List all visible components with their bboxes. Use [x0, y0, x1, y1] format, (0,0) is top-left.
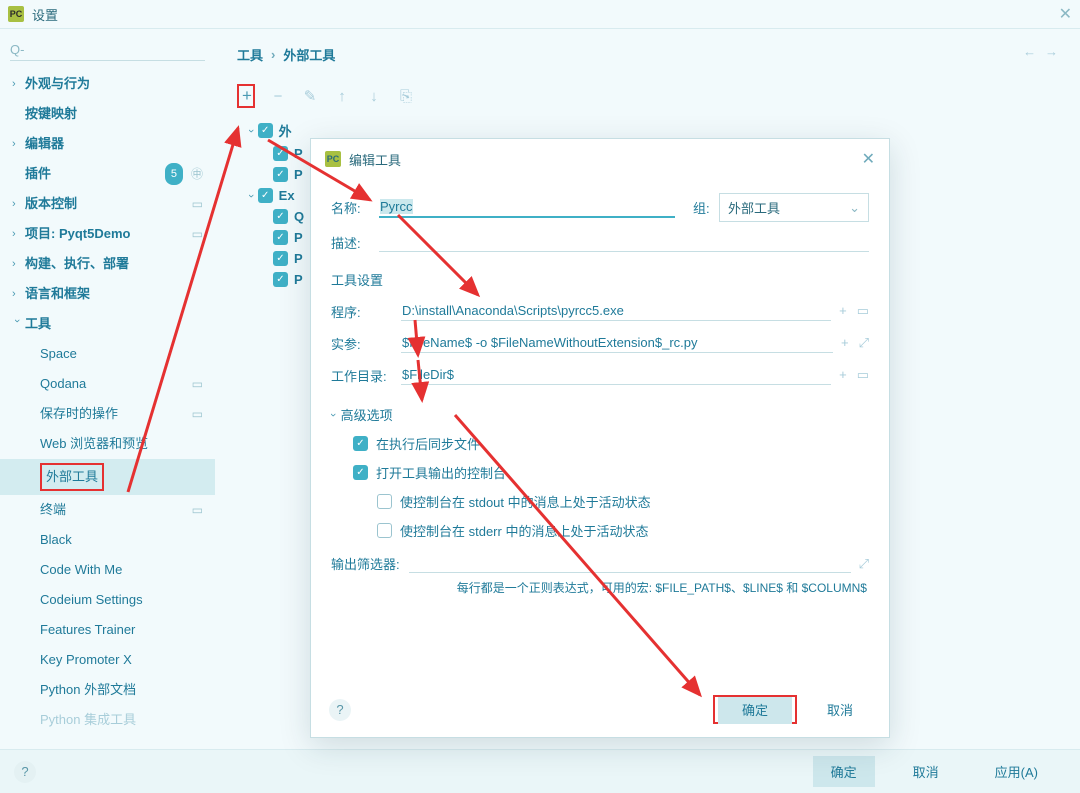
group-label: 组: — [693, 198, 719, 217]
filter-label: 输出筛选器: — [331, 554, 409, 573]
args-label: 实参: — [331, 334, 401, 353]
name-input[interactable]: Pyrcc — [379, 197, 675, 218]
close-icon[interactable]: ✕ — [1059, 4, 1072, 24]
nav-back-icon[interactable]: ← — [1023, 44, 1036, 59]
sidebar-item-pyint[interactable]: Python 集成工具 — [0, 705, 215, 735]
sidebar-item-build[interactable]: ›构建、执行、部署 — [0, 249, 215, 279]
dialog-cancel-button[interactable]: 取消 — [809, 694, 871, 725]
bottom-bar: ? 确定 取消 应用(A) — [0, 749, 1080, 793]
sidebar-item-terminal[interactable]: 终端▭ — [0, 495, 215, 525]
sidebar-item-space[interactable]: Space — [0, 339, 215, 369]
browse-icon[interactable]: ▭ — [857, 303, 869, 319]
plugin-badge: 5 — [165, 163, 183, 185]
desc-label: 描述: — [331, 233, 379, 252]
sidebar-item-tools[interactable]: ›工具 — [0, 309, 215, 339]
wd-label: 工作目录: — [331, 366, 401, 385]
program-input[interactable]: D:\install\Anaconda\Scripts\pyrcc5.exe — [401, 301, 831, 321]
sidebar-item-features[interactable]: Features Trainer — [0, 615, 215, 645]
filter-hint: 每行都是一个正则表达式，可用的宏: $FILE_PATH$、$LINE$ 和 $… — [331, 579, 869, 596]
project-icon: ▭ — [192, 193, 203, 215]
edit-tool-dialog: PC 编辑工具 ✕ 名称: Pyrcc 组: 外部工具⌄ 描述: 工具设置 程序… — [310, 138, 890, 738]
sidebar-item-lang[interactable]: ›语言和框架 — [0, 279, 215, 309]
expand-icon[interactable]: ⤢ — [859, 556, 869, 572]
dialog-close-icon[interactable]: ✕ — [862, 149, 875, 169]
sidebar-item-appearance[interactable]: ›外观与行为 — [0, 69, 215, 99]
sidebar-item-project[interactable]: ›项目: Pyqt5Demo▭ — [0, 219, 215, 249]
sidebar-item-editor[interactable]: ›编辑器 — [0, 129, 215, 159]
desc-input[interactable] — [379, 232, 869, 252]
add-button[interactable]: + — [237, 84, 255, 108]
ok-button[interactable]: 确定 — [813, 756, 875, 787]
search-input[interactable] — [10, 39, 205, 61]
sidebar-item-keypromoter[interactable]: Key Promoter X — [0, 645, 215, 675]
sidebar-item-vcs[interactable]: ›版本控制▭ — [0, 189, 215, 219]
toolbar: + − ✎ ↑ ↓ ⎘ — [237, 78, 1058, 114]
sidebar-item-plugins[interactable]: 插件5㊥ — [0, 159, 215, 189]
stdout-checkbox[interactable]: 使控制台在 stdout 中的消息上处于活动状态 — [377, 492, 869, 511]
insert-macro-icon[interactable]: + — [841, 335, 849, 351]
sidebar-item-black[interactable]: Black — [0, 525, 215, 555]
down-button[interactable]: ↓ — [365, 88, 383, 105]
edit-button[interactable]: ✎ — [301, 87, 319, 105]
dialog-help-button[interactable]: ? — [329, 699, 351, 721]
sidebar-item-browser[interactable]: Web 浏览器和预览 — [0, 429, 215, 459]
advanced-options-toggle[interactable]: ›高级选项 — [331, 405, 869, 424]
breadcrumb: 工具›外部工具 — [237, 39, 1058, 78]
browse-icon[interactable]: ▭ — [857, 367, 869, 383]
chevron-right-icon: › — [12, 73, 22, 95]
wd-input[interactable]: $FileDir$ — [401, 365, 831, 385]
program-label: 程序: — [331, 302, 401, 321]
dialog-title: 编辑工具 — [349, 150, 401, 169]
sidebar-item-codewithme[interactable]: Code With Me — [0, 555, 215, 585]
apply-button[interactable]: 应用(A) — [977, 756, 1056, 787]
chevron-down-icon: ⌄ — [849, 200, 860, 216]
expand-icon[interactable]: ⤢ — [859, 335, 869, 351]
sidebar-item-external-tools[interactable]: 外部工具 — [0, 459, 215, 495]
sidebar-item-codeium[interactable]: Codeium Settings — [0, 585, 215, 615]
copy-button[interactable]: ⎘ — [397, 88, 415, 105]
filter-input[interactable] — [409, 555, 851, 573]
group-select[interactable]: 外部工具⌄ — [719, 193, 869, 222]
remove-button[interactable]: − — [269, 88, 287, 105]
insert-macro-icon[interactable]: + — [839, 303, 847, 319]
window-title: 设置 — [32, 5, 58, 24]
up-button[interactable]: ↑ — [333, 88, 351, 105]
insert-macro-icon[interactable]: + — [839, 367, 847, 383]
help-button[interactable]: ? — [14, 761, 36, 783]
stderr-checkbox[interactable]: 使控制台在 stderr 中的消息上处于活动状态 — [377, 521, 869, 540]
sidebar-item-save[interactable]: 保存时的操作▭ — [0, 399, 215, 429]
title-bar: PC 设置 ✕ — [0, 0, 1080, 28]
sidebar: ›外观与行为 按键映射 ›编辑器 插件5㊥ ›版本控制▭ ›项目: Pyqt5D… — [0, 29, 215, 748]
sidebar-item-pydocs[interactable]: Python 外部文档 — [0, 675, 215, 705]
tool-settings-label: 工具设置 — [331, 270, 869, 289]
sidebar-item-keymap[interactable]: 按键映射 — [0, 99, 215, 129]
cancel-button[interactable]: 取消 — [895, 756, 957, 787]
open-console-checkbox[interactable]: ✓打开工具输出的控制台 — [353, 463, 869, 482]
args-input[interactable]: $FileName$ -o $FileNameWithoutExtension$… — [401, 333, 833, 353]
translate-icon: ㊥ — [191, 163, 203, 185]
sync-files-checkbox[interactable]: ✓在执行后同步文件 — [353, 434, 869, 453]
sidebar-item-qodana[interactable]: Qodana▭ — [0, 369, 215, 399]
dialog-ok-button[interactable]: 确定 — [718, 697, 792, 724]
nav-fwd-icon[interactable]: → — [1045, 44, 1058, 59]
app-icon: PC — [8, 6, 24, 22]
name-label: 名称: — [331, 198, 379, 217]
